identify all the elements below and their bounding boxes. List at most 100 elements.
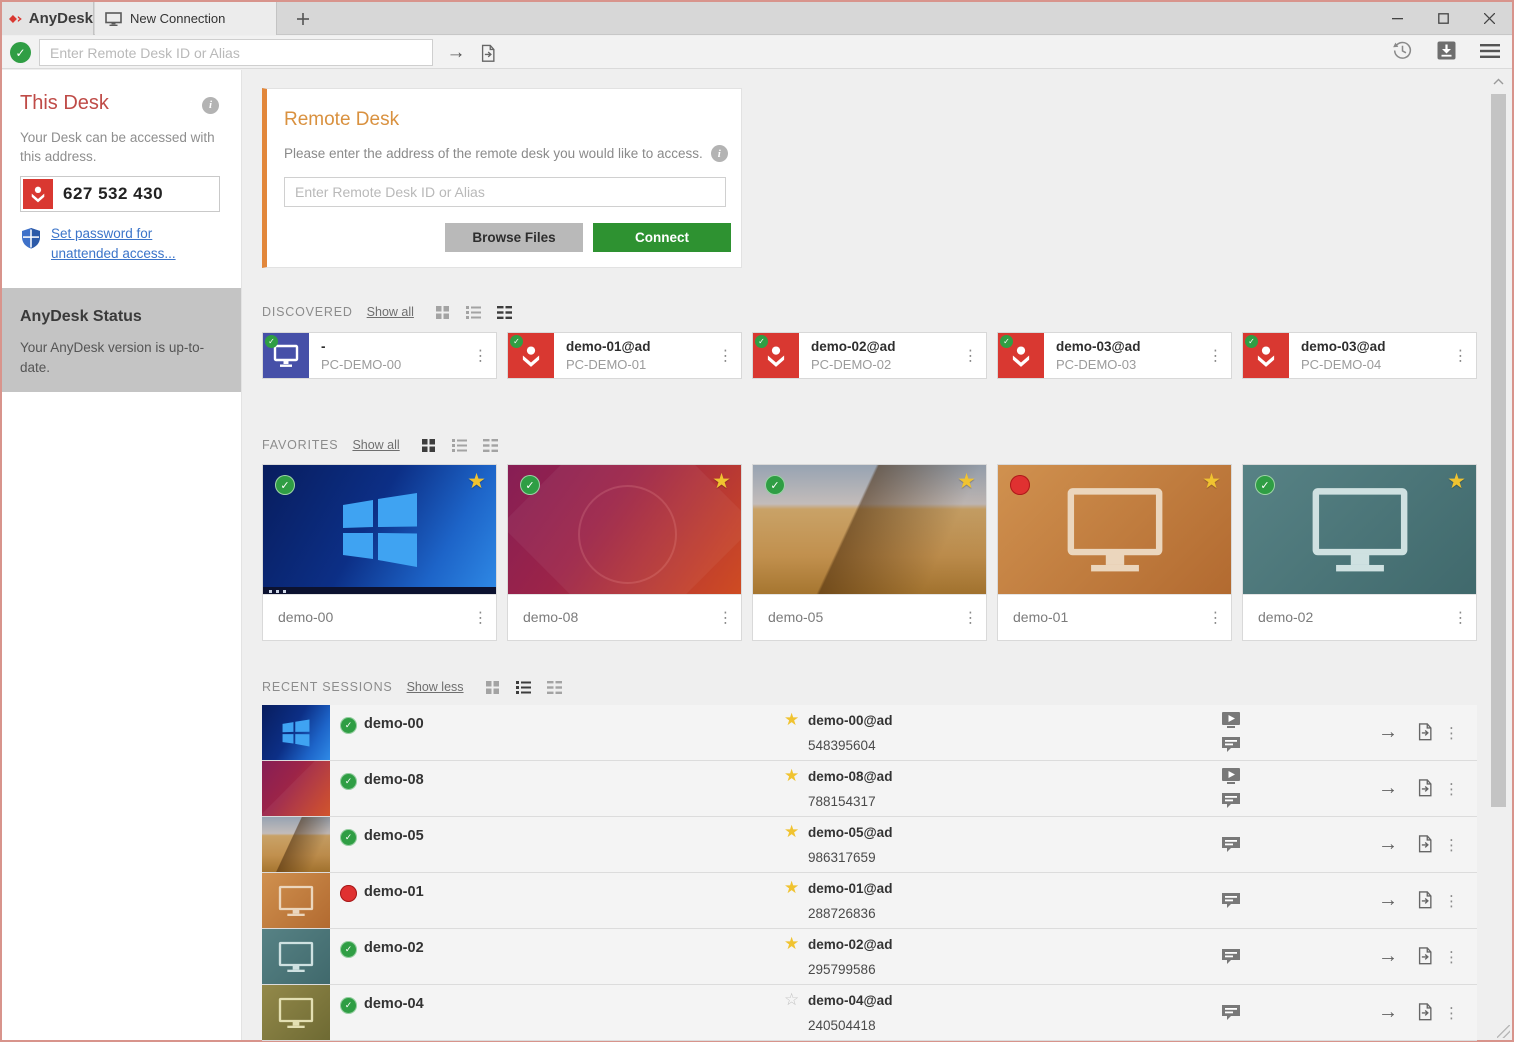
file-transfer-icon[interactable]: [1416, 946, 1434, 971]
recent-session-row[interactable]: ✓ demo-05 ★ demo-05@ad 986317659 → ⋮: [262, 817, 1477, 873]
favorite-star-icon[interactable]: ★: [467, 469, 486, 494]
session-history-button[interactable]: [1392, 40, 1413, 66]
connect-button[interactable]: Connect: [593, 223, 731, 252]
discovered-tile[interactable]: ✓ demo-03@ad PC-DEMO-04 ⋮: [1242, 332, 1477, 379]
connect-arrow-icon[interactable]: →: [1378, 1001, 1398, 1024]
more-menu-icon[interactable]: ⋮: [963, 348, 978, 363]
tiles-view-icon[interactable]: [420, 437, 438, 453]
chat-log-icon[interactable]: [1222, 736, 1240, 758]
chat-log-icon[interactable]: [1222, 836, 1240, 858]
list-view-icon[interactable]: [451, 437, 469, 453]
detail-view-icon[interactable]: [546, 679, 564, 695]
discovered-tile[interactable]: ✓ demo-01@ad PC-DEMO-01 ⋮: [507, 332, 742, 379]
chat-log-icon[interactable]: [1222, 792, 1240, 814]
discovered-tile[interactable]: ✓ demo-02@ad PC-DEMO-02 ⋮: [752, 332, 987, 379]
favorite-star-icon[interactable]: ★: [784, 710, 799, 730]
more-menu-icon[interactable]: ⋮: [1444, 892, 1459, 910]
favorite-star-icon[interactable]: ★: [1202, 469, 1221, 494]
file-transfer-icon[interactable]: [1416, 890, 1434, 915]
remote-desk-input[interactable]: [284, 177, 726, 207]
recent-session-row[interactable]: ✓ demo-04 ☆ demo-04@ad 240504418 → ⋮: [262, 985, 1477, 1041]
connect-arrow-icon[interactable]: →: [1378, 889, 1398, 912]
favorites-label: FAVORITES: [262, 438, 339, 452]
recent-session-row[interactable]: ✓ demo-08 ★ demo-08@ad 788154317 → ⋮: [262, 761, 1477, 817]
favorite-star-icon[interactable]: ★: [784, 934, 799, 954]
file-transfer-button[interactable]: [474, 40, 502, 66]
list-view-icon[interactable]: [515, 679, 533, 695]
discovered-show-all-link[interactable]: Show all: [367, 305, 414, 319]
more-menu-icon[interactable]: ⋮: [1444, 780, 1459, 798]
file-transfer-icon[interactable]: [1416, 778, 1434, 803]
favorite-tile[interactable]: ✓ ★ demo-08 ⋮: [507, 464, 742, 641]
minimize-button[interactable]: [1374, 2, 1420, 35]
desk-address-box[interactable]: 627 532 430: [20, 176, 220, 212]
favorite-star-icon[interactable]: ★: [957, 469, 976, 494]
favorite-star-icon[interactable]: ★: [712, 469, 731, 494]
remote-desk-id-input[interactable]: [39, 39, 433, 66]
favorite-star-outline-icon[interactable]: ☆: [784, 990, 799, 1010]
connect-arrow-icon[interactable]: →: [1378, 721, 1398, 744]
recent-session-row[interactable]: demo-01 ★ demo-01@ad 288726836 → ⋮: [262, 873, 1477, 929]
detail-view-icon[interactable]: [482, 437, 500, 453]
scroll-up-button[interactable]: [1490, 72, 1507, 90]
more-menu-icon[interactable]: ⋮: [1444, 724, 1459, 742]
recent-sessions-show-less-link[interactable]: Show less: [407, 680, 464, 694]
close-button[interactable]: [1466, 2, 1512, 35]
chat-log-icon[interactable]: [1222, 892, 1240, 914]
more-menu-icon[interactable]: ⋮: [718, 348, 733, 363]
favorite-tile[interactable]: ✓ ★ demo-00 ⋮: [262, 464, 497, 641]
recent-session-row[interactable]: ✓ demo-00 ★ demo-00@ad 548395604 → ⋮: [262, 705, 1477, 761]
session-id: 788154317: [808, 794, 876, 809]
session-recording-icon[interactable]: [1222, 712, 1240, 734]
more-menu-icon[interactable]: ⋮: [718, 610, 733, 625]
more-menu-icon[interactable]: ⋮: [1208, 610, 1223, 625]
window-controls: [1374, 2, 1512, 35]
resize-grip[interactable]: [1497, 1025, 1510, 1038]
detail-view-icon[interactable]: [496, 304, 514, 320]
info-icon[interactable]: i: [710, 145, 728, 162]
browse-files-button[interactable]: Browse Files: [445, 223, 583, 252]
connect-arrow-button[interactable]: →: [442, 40, 470, 66]
this-desk-info-button[interactable]: i: [202, 95, 219, 114]
connect-arrow-icon[interactable]: →: [1378, 945, 1398, 968]
discovered-tile[interactable]: ✓ demo-03@ad PC-DEMO-03 ⋮: [997, 332, 1232, 379]
favorite-star-icon[interactable]: ★: [1447, 469, 1466, 494]
connect-arrow-icon[interactable]: →: [1378, 777, 1398, 800]
session-recording-icon[interactable]: [1222, 768, 1240, 790]
more-menu-icon[interactable]: ⋮: [1444, 836, 1459, 854]
favorite-star-icon[interactable]: ★: [784, 878, 799, 898]
main-menu-button[interactable]: [1480, 43, 1500, 64]
address-book-button[interactable]: [1437, 41, 1456, 65]
file-transfer-icon[interactable]: [1416, 1002, 1434, 1027]
vertical-scrollbar[interactable]: [1490, 72, 1507, 1036]
more-menu-icon[interactable]: ⋮: [1208, 348, 1223, 363]
set-password-link[interactable]: Set password for unattended access...: [51, 224, 220, 264]
tab-new-connection[interactable]: New Connection: [95, 2, 277, 35]
file-transfer-icon[interactable]: [1416, 722, 1434, 747]
more-menu-icon[interactable]: ⋮: [1453, 610, 1468, 625]
favorite-tile[interactable]: ✓ ★ demo-02 ⋮: [1242, 464, 1477, 641]
more-menu-icon[interactable]: ⋮: [963, 610, 978, 625]
scrollbar-thumb[interactable]: [1491, 94, 1506, 808]
favorite-tile[interactable]: ★ demo-01 ⋮: [997, 464, 1232, 641]
more-menu-icon[interactable]: ⋮: [1453, 348, 1468, 363]
favorite-star-icon[interactable]: ★: [784, 766, 799, 786]
more-menu-icon[interactable]: ⋮: [473, 348, 488, 363]
recent-session-row[interactable]: ✓ demo-02 ★ demo-02@ad 295799586 → ⋮: [262, 929, 1477, 985]
maximize-button[interactable]: [1420, 2, 1466, 35]
discovered-tile[interactable]: ✓ - PC-DEMO-00 ⋮: [262, 332, 497, 379]
favorite-tile[interactable]: ✓ ★ demo-05 ⋮: [752, 464, 987, 641]
more-menu-icon[interactable]: ⋮: [1444, 948, 1459, 966]
more-menu-icon[interactable]: ⋮: [1444, 1004, 1459, 1022]
chat-log-icon[interactable]: [1222, 948, 1240, 970]
favorites-show-all-link[interactable]: Show all: [352, 438, 399, 452]
more-menu-icon[interactable]: ⋮: [473, 610, 488, 625]
new-tab-button[interactable]: [292, 8, 314, 30]
tiles-view-icon[interactable]: [484, 679, 502, 695]
favorite-star-icon[interactable]: ★: [784, 822, 799, 842]
chat-log-icon[interactable]: [1222, 1004, 1240, 1026]
file-transfer-icon[interactable]: [1416, 834, 1434, 859]
tiles-view-icon[interactable]: [434, 304, 452, 320]
connect-arrow-icon[interactable]: →: [1378, 833, 1398, 856]
list-view-icon[interactable]: [465, 304, 483, 320]
